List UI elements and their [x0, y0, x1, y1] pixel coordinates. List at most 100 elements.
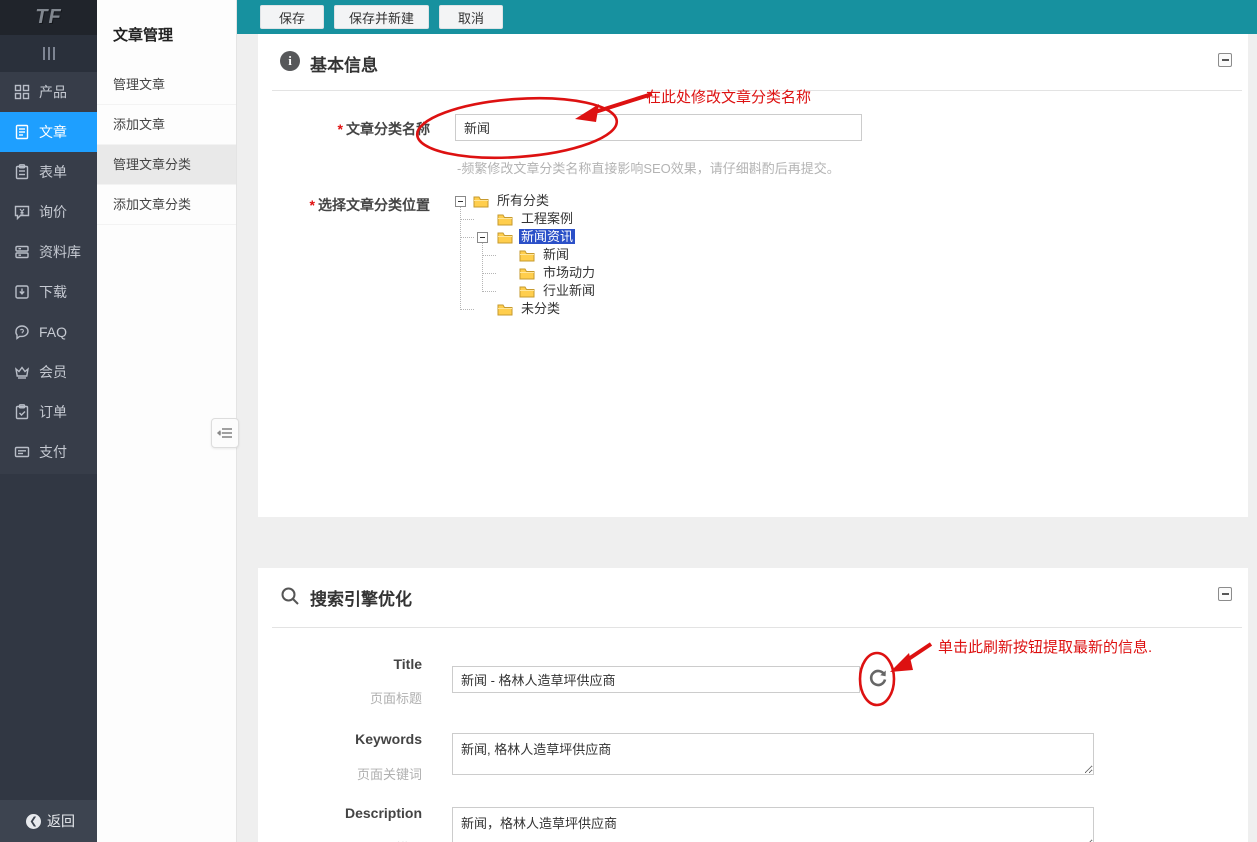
sidebar-item-payment[interactable]: 支付	[0, 432, 97, 472]
orders-icon	[13, 404, 30, 421]
sidebar-item-inquiry[interactable]: 询价	[0, 192, 97, 232]
seo-panel: 搜索引擎优化 Title 页面标题 Keywords 页面关键词 Descrip…	[258, 568, 1248, 842]
collapse-panel-icon[interactable]	[1218, 587, 1232, 601]
collapse-submenu-icon	[217, 426, 233, 440]
tree-node-uncategorized: 未分类	[519, 300, 562, 318]
sidebar-item-label: FAQ	[39, 324, 67, 340]
sidebar-item-orders[interactable]: 订单	[0, 392, 97, 432]
seo-title-sublabel: 页面标题	[258, 688, 422, 707]
sidebar-item-label: 资料库	[39, 242, 81, 262]
save-button[interactable]: 保存	[260, 5, 324, 29]
tree-connector	[482, 291, 496, 292]
refresh-title-button[interactable]	[866, 667, 890, 691]
sidebar-item-download[interactable]: 下载	[0, 272, 97, 312]
tree-connector	[460, 309, 474, 310]
faq-icon	[13, 324, 30, 341]
folder-icon	[519, 249, 535, 262]
seo-header: 搜索引擎优化	[258, 568, 1248, 624]
submenu-item-add-article[interactable]: 添加文章	[97, 105, 236, 145]
folder-icon	[519, 267, 535, 280]
sidebar-item-label: 询价	[39, 202, 67, 222]
tree-node-industry-news: 行业新闻	[541, 282, 597, 300]
primary-sidebar: TF 产品 文章 表单	[0, 0, 97, 842]
payment-icon	[13, 444, 30, 461]
seo-keywords-label: Keywords	[258, 731, 422, 747]
sidebar-item-label: 下载	[39, 282, 67, 302]
submenu-item-manage-categories[interactable]: 管理文章分类	[97, 145, 236, 185]
divider	[272, 627, 1242, 628]
forms-icon	[13, 164, 30, 181]
tree-connector	[460, 219, 474, 220]
required-asterisk: *	[338, 121, 343, 137]
seo-keywords-sublabel: 页面关键词	[258, 764, 422, 783]
basic-info-panel: i 基本信息 *文章分类名称 -频繁修改文章分类名称直接影响SEO效果，请仔细斟…	[258, 34, 1248, 517]
tree-node-market-power: 市场动力	[541, 264, 597, 282]
tree-connector	[460, 237, 474, 238]
seo-description-label: Description	[258, 805, 422, 821]
seo-title: 搜索引擎优化	[310, 585, 412, 610]
submenu-item-add-category[interactable]: 添加文章分类	[97, 185, 236, 225]
logo-text: TF	[35, 6, 61, 29]
sidebar-item-library[interactable]: 资料库	[0, 232, 97, 272]
category-name-hint: -频繁修改文章分类名称直接影响SEO效果，请仔细斟酌后再提交。	[457, 158, 840, 177]
back-icon: ❮	[26, 814, 41, 829]
tree-node-news-info: 新闻资讯	[519, 228, 575, 246]
sidebar-collapse-strip[interactable]	[0, 35, 97, 72]
seo-description-textarea[interactable]	[452, 807, 1094, 842]
sidebar-item-label: 会员	[39, 362, 67, 382]
cancel-button[interactable]: 取消	[439, 5, 503, 29]
basic-info-title: 基本信息	[310, 51, 378, 76]
category-name-label: *文章分类名称	[280, 119, 430, 139]
tree-node-news: 新闻	[541, 246, 571, 264]
category-position-label: *选择文章分类位置	[280, 195, 430, 215]
tree-connector	[482, 240, 483, 292]
seo-title-label: Title	[258, 656, 422, 672]
seo-title-input[interactable]	[452, 666, 860, 693]
sidebar-item-label: 产品	[39, 82, 67, 102]
seo-keywords-textarea[interactable]	[452, 733, 1094, 775]
submenu-item-manage-articles[interactable]: 管理文章	[97, 65, 236, 105]
sidebar-item-label: 文章	[39, 122, 67, 142]
sidebar-item-label: 订单	[39, 402, 67, 422]
back-label: 返回	[47, 811, 75, 831]
submenu-title: 文章管理	[97, 0, 236, 65]
folder-icon	[519, 285, 535, 298]
tree-expander[interactable]	[477, 232, 488, 243]
primary-nav: 产品 文章 表单 询价	[0, 72, 97, 474]
library-icon	[13, 244, 30, 261]
tree-node-project-cases: 工程案例	[519, 210, 575, 228]
folder-icon	[497, 213, 513, 226]
sidebar-item-products[interactable]: 产品	[0, 72, 97, 112]
folder-icon	[473, 195, 489, 208]
tree-node-all-categories: 所有分类	[495, 192, 551, 210]
folder-icon	[497, 303, 513, 316]
sidebar-item-label: 支付	[39, 442, 67, 462]
sidebar-item-forms[interactable]: 表单	[0, 152, 97, 192]
tree-connector	[482, 255, 496, 256]
menu-bars-icon	[43, 47, 55, 60]
basic-info-header: i 基本信息	[258, 34, 1248, 90]
seo-description-sublabel: 页面描述	[258, 838, 422, 842]
category-name-input[interactable]	[455, 114, 862, 141]
action-toolbar: 保存 保存并新建 取消	[237, 0, 1257, 34]
tree-connector	[482, 273, 496, 274]
inquiry-icon	[13, 204, 30, 221]
collapse-submenu-button[interactable]	[211, 418, 239, 448]
logo[interactable]: TF	[0, 0, 97, 35]
save-and-new-button[interactable]: 保存并新建	[334, 5, 429, 29]
back-button[interactable]: ❮ 返回	[0, 800, 97, 842]
divider	[272, 90, 1242, 91]
search-icon	[280, 586, 300, 611]
collapse-panel-icon[interactable]	[1218, 53, 1232, 67]
articles-icon	[13, 124, 30, 141]
required-asterisk: *	[310, 197, 315, 213]
sidebar-item-faq[interactable]: FAQ	[0, 312, 97, 352]
download-icon	[13, 284, 30, 301]
sidebar-item-label: 表单	[39, 162, 67, 182]
tree-expander[interactable]	[455, 196, 466, 207]
members-icon	[13, 364, 30, 381]
sidebar-item-members[interactable]: 会员	[0, 352, 97, 392]
products-grid-icon	[13, 84, 30, 101]
app-window: TF 产品 文章 表单	[0, 0, 1257, 842]
sidebar-item-articles[interactable]: 文章	[0, 112, 97, 152]
